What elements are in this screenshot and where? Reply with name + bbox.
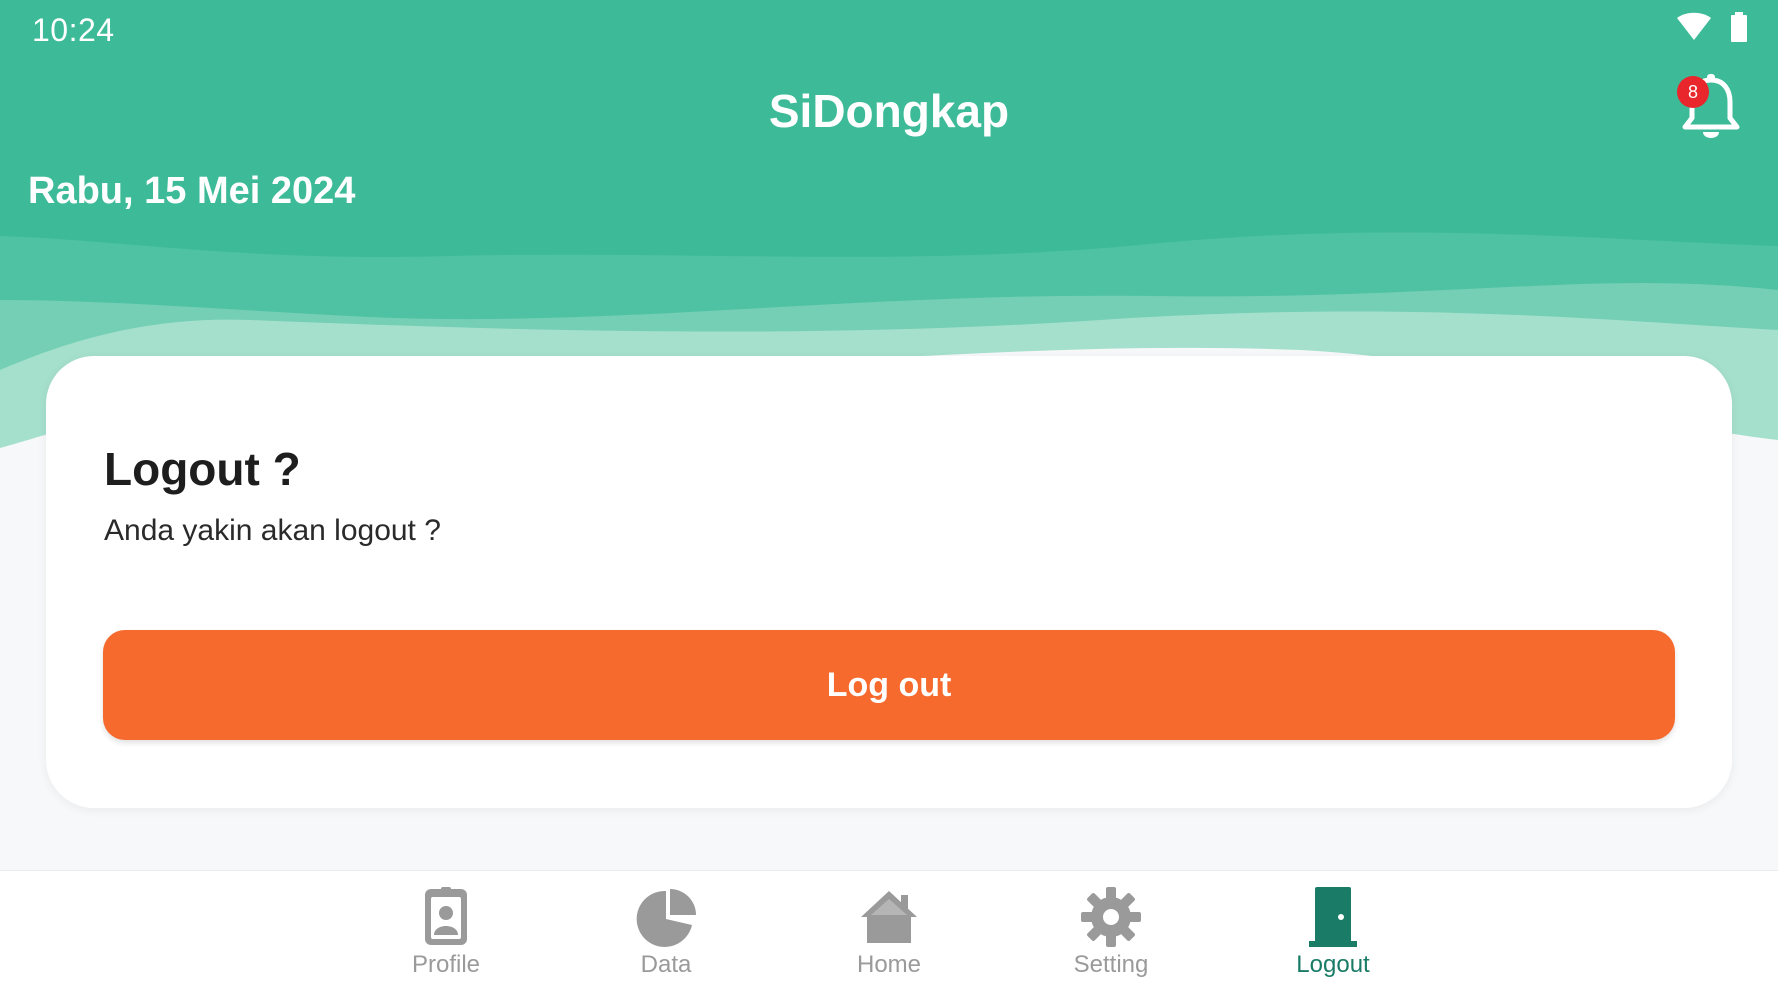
- logout-title: Logout ?: [104, 443, 301, 495]
- home-icon: [861, 891, 917, 943]
- nav-label: Logout: [1296, 951, 1370, 978]
- nav-item-data[interactable]: Data: [586, 885, 746, 995]
- logout-card: Logout ? Anda yakin akan logout ? Log ou…: [46, 356, 1732, 808]
- app-title: SiDongkap: [768, 85, 1010, 137]
- status-bar: 10:24: [0, 0, 1778, 60]
- nav-label: Profile: [411, 951, 481, 978]
- bottom-nav: Profile Data Home Setting Logout: [0, 870, 1778, 1001]
- nav-label: Home: [856, 951, 922, 978]
- logout-button[interactable]: Log out: [103, 630, 1675, 740]
- date-label: Rabu, 15 Mei 2024: [28, 170, 356, 212]
- nav-label: Setting: [1073, 951, 1149, 978]
- nav-item-logout[interactable]: Logout: [1253, 885, 1413, 995]
- profile-badge-icon: [425, 887, 467, 945]
- battery-icon: [1731, 12, 1747, 42]
- nav-item-profile[interactable]: Profile: [366, 885, 526, 995]
- wifi-icon: [1677, 12, 1711, 40]
- nav-item-setting[interactable]: Setting: [1031, 885, 1191, 995]
- status-time: 10:24: [32, 12, 115, 48]
- nav-label: Data: [640, 951, 692, 978]
- pie-chart-icon: [636, 889, 696, 947]
- nav-item-home[interactable]: Home: [809, 885, 969, 995]
- door-icon: [1309, 887, 1357, 947]
- gear-icon: [1081, 887, 1141, 947]
- status-icons: [1676, 12, 1748, 42]
- logout-message: Anda yakin akan logout ?: [104, 514, 441, 547]
- notification-badge: 8: [1677, 76, 1709, 108]
